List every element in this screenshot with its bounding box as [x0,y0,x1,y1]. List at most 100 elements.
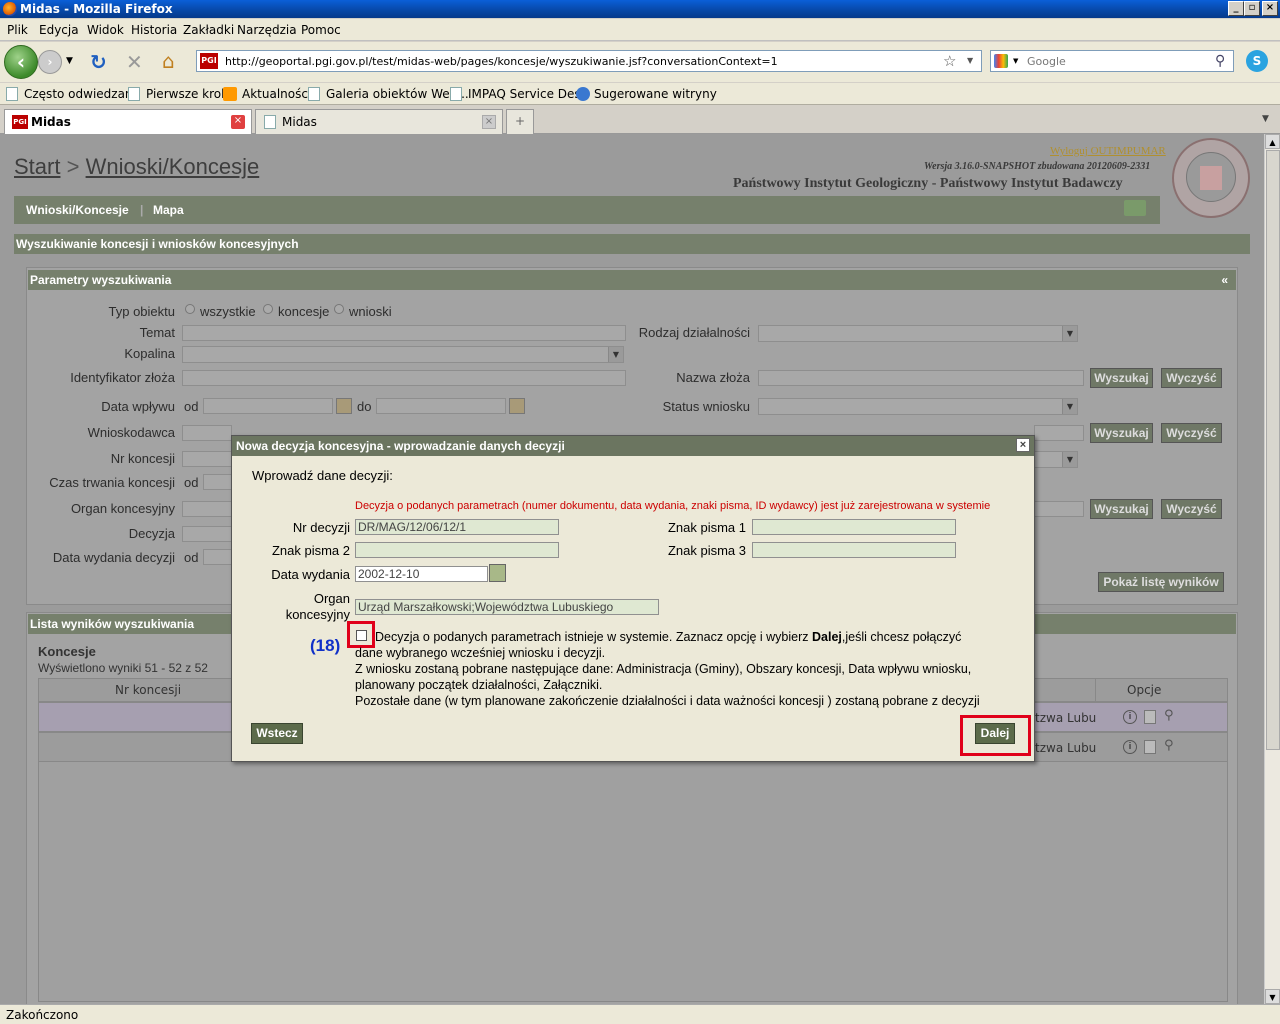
search-engine-dropdown-icon[interactable]: ▼ [1013,57,1018,65]
search-button-3[interactable]: Wyszukaj [1090,499,1153,519]
nav-mapa[interactable]: Mapa [153,203,184,217]
nr-koncesji-input[interactable] [182,451,232,467]
decyzja-input[interactable] [182,526,232,542]
close-icon[interactable]: × [1016,438,1030,452]
info-icon[interactable]: i [1123,710,1137,724]
radio-wnioski[interactable] [334,304,344,314]
nav-wnioski[interactable]: Wnioski/Koncesje [26,203,129,217]
breadcrumb-current[interactable]: Wnioski/Koncesje [86,154,260,179]
bookmark-aktualnosci[interactable]: Aktualności [242,87,311,101]
tab-midas-2[interactable]: Midas × [255,109,503,134]
organ-input[interactable]: Urząd Marszałkowski;Województwa Lubuskie… [355,599,659,615]
clear-button-2[interactable]: Wyczyść [1161,423,1222,443]
nr-decyzji-input[interactable]: DR/MAG/12/06/12/1 [355,519,559,535]
book-icon[interactable] [1124,200,1146,216]
bookmark-galeria[interactable]: Galeria obiektów Web... [326,87,469,101]
back-button[interactable]: Wstecz [251,723,303,744]
history-dropdown-icon[interactable]: ▼ [66,56,73,66]
identyfikator-input[interactable] [182,370,626,386]
step-annotation: (18) [310,636,341,655]
back-icon[interactable]: ‹ [4,45,38,79]
menu-pomoc[interactable]: Pomoc [301,23,341,37]
status-select[interactable]: ▼ [758,398,1078,415]
skype-icon[interactable]: S [1246,50,1268,72]
logout-link[interactable]: Wyloguj OUTIMPUMAR [1050,145,1166,157]
wnioskodawca-input-end[interactable] [1034,425,1084,441]
home-icon[interactable]: ⌂ [162,49,175,73]
znak-pisma-3-input[interactable] [752,542,956,558]
section-title: Wyszukiwanie koncesji i wniosków koncesy… [14,234,1250,254]
scroll-down-icon[interactable]: ▼ [1265,989,1280,1004]
info-icon[interactable]: i [1123,740,1137,754]
url-bar[interactable]: PGI http://geoportal.pgi.gov.pl/test/mid… [196,50,982,72]
czas-od-input[interactable] [203,474,233,490]
menu-narzedzia[interactable]: Narzędzia [237,23,297,37]
document-icon[interactable] [1144,710,1156,724]
menu-plik[interactable]: Plik [7,23,28,37]
clear-button-1[interactable]: Wyczyść [1161,368,1222,388]
rodzaj-select[interactable]: ▼ [758,325,1078,342]
kopalina-select[interactable]: ▼ [182,346,624,363]
col-nr-koncesji[interactable]: Nr koncesji [115,683,181,697]
new-tab-button[interactable]: + [506,109,534,134]
forward-icon[interactable]: › [38,50,62,74]
organ-input-end[interactable] [1034,501,1084,517]
document-icon[interactable] [1144,740,1156,754]
reload-icon[interactable]: ↻ [90,50,107,74]
close-icon[interactable]: × [482,115,496,129]
magnifier-icon[interactable]: ⚲ [1164,738,1174,753]
radio-wnioski-label: wnioski [349,304,392,319]
menu-zakladki[interactable]: Zakładki [183,23,234,37]
stop-icon[interactable]: ✕ [126,50,143,74]
magnifier-icon[interactable]: ⚲ [1164,708,1174,723]
google-icon[interactable] [994,54,1008,68]
calendar-icon[interactable] [509,398,525,414]
maximize-button[interactable]: ▫ [1244,1,1260,16]
data-wplywu-od-input[interactable] [203,398,333,414]
page-scrollbar[interactable]: ▲ ▼ [1264,134,1280,1004]
url-dropdown-icon[interactable]: ▼ [967,56,973,65]
close-icon[interactable]: × [231,115,245,129]
tab-list-icon[interactable]: ▼ [1262,114,1269,124]
tab-midas-1[interactable]: PGI Midas × [4,109,252,134]
minimize-button[interactable]: _ [1228,1,1244,16]
next-button[interactable]: Dalej [975,723,1015,744]
organ-input[interactable] [182,501,232,517]
firefox-icon [3,2,17,16]
radio-all[interactable] [185,304,195,314]
show-results-button[interactable]: Pokaż listę wyników [1098,572,1224,592]
data-wydania-input[interactable]: 2002-12-10 [355,566,488,582]
bookmark-sugerowane[interactable]: Sugerowane witryny [594,87,717,101]
wnioskodawca-input[interactable] [182,425,232,441]
search-input[interactable]: Google [1027,55,1066,68]
scroll-up-icon[interactable]: ▲ [1265,134,1280,149]
nazwa-zloza-input[interactable] [758,370,1084,386]
breadcrumb-start[interactable]: Start [14,154,60,179]
search-button-2[interactable]: Wyszukaj [1090,423,1153,443]
temat-input[interactable] [182,325,626,341]
calendar-icon[interactable] [336,398,352,414]
menu-widok[interactable]: Widok [87,23,124,37]
bookmark-impaq[interactable]: IMPAQ Service Desk [468,87,588,101]
bookmark-star-icon[interactable]: ☆ [943,52,956,70]
bookmark-czesto[interactable]: Często odwiedzane [24,87,140,101]
close-window-button[interactable]: × [1262,1,1278,16]
breadcrumb: Start > Wnioski/Koncesje [14,154,260,179]
data-wydania-od-input[interactable] [203,549,233,565]
search-bar[interactable]: ▼ Google ⚲ [990,50,1234,72]
menu-historia[interactable]: Historia [131,23,177,37]
scroll-thumb[interactable] [1266,150,1280,750]
znak-pisma-2-input[interactable] [355,542,559,558]
clear-button-3[interactable]: Wyczyść [1161,499,1222,519]
nr-koncesji-select[interactable]: ▼ [1034,451,1078,468]
collapse-icon[interactable]: « [1221,273,1228,287]
bookmark-pierwsze[interactable]: Pierwsze kroki [146,87,231,101]
data-wplywu-do-input[interactable] [376,398,506,414]
search-button-1[interactable]: Wyszukaj [1090,368,1153,388]
search-icon[interactable]: ⚲ [1215,53,1225,69]
radio-koncesje[interactable] [263,304,273,314]
menu-edycja[interactable]: Edycja [39,23,79,37]
znak-pisma-1-input[interactable] [752,519,956,535]
calendar-icon[interactable] [489,564,506,582]
merge-checkbox[interactable] [356,630,367,641]
